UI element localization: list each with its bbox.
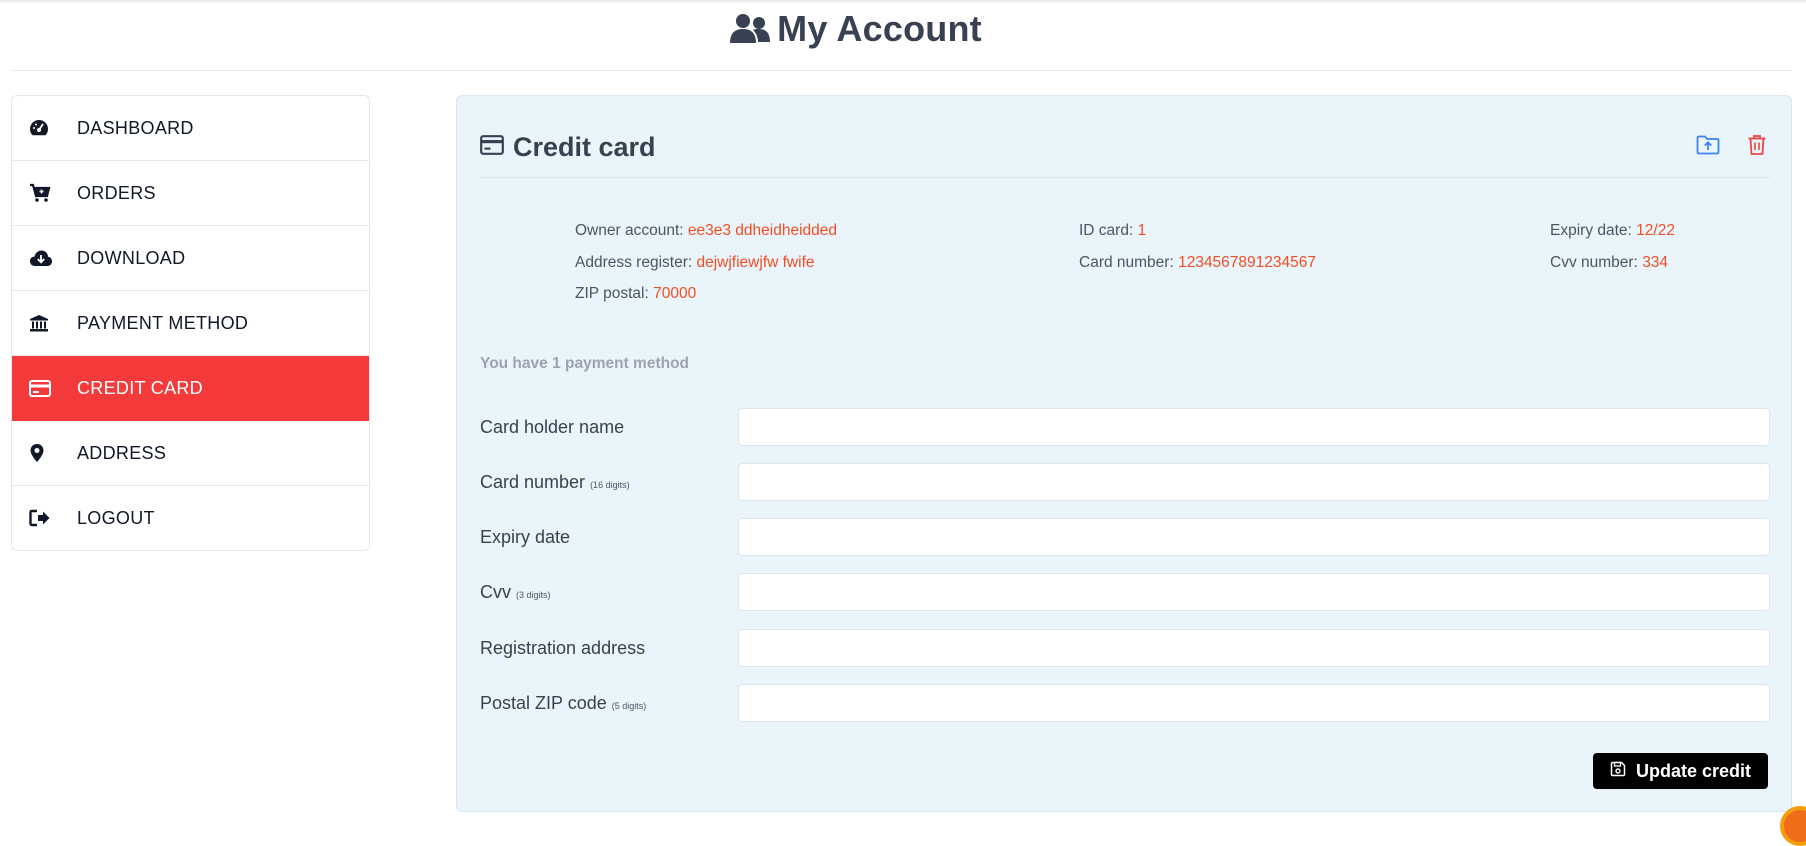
card-number-label: Card number: [1079,253,1174,271]
postal-zip-row: Postal ZIP code (5 digits) [480,684,1770,722]
card-number-hint: (16 digits) [590,479,630,490]
cvv-number-label: Cvv number: [1550,253,1638,271]
sidebar-item-label: ADDRESS [77,442,167,463]
expiry-date-value: 12/22 [1636,222,1675,239]
expiry-date-field-label-text: Expiry date [480,526,571,547]
users-icon [729,13,771,45]
registration-address-label-text: Registration address [480,637,646,658]
sidebar-item-credit-card[interactable]: CREDIT CARD [12,356,369,421]
card-number-field-label: Card number (16 digits) [480,472,738,493]
expiry-date-field-row: Expiry date [480,518,1770,556]
panel-header: Credit card [480,132,1770,178]
cvv-number-row: Cvv number: 334 [1550,247,1675,279]
logout-icon [29,507,55,529]
header-divider [11,70,1791,71]
sidebar-item-logout[interactable]: LOGOUT [12,486,369,550]
gauge-icon [29,117,55,139]
sidebar-item-orders[interactable]: ORDERS [12,161,369,226]
credit-card-panel: Credit card Owner account: ee3e3 ddheidh… [456,95,1792,812]
cvv-hint: (3 digits) [516,589,551,600]
sidebar-item-download[interactable]: DOWNLOAD [12,226,369,291]
folder-add-icon[interactable] [1695,132,1721,158]
credit-card-icon [29,377,55,399]
expiry-date-row: Expiry date: 12/22 [1550,215,1675,247]
postal-zip-label: Postal ZIP code (5 digits) [480,693,738,714]
update-credit-button[interactable]: Update credit [1593,753,1768,789]
card-number-field-row: Card number (16 digits) [480,463,1770,501]
owner-account-value: ee3e3 ddheidheidded [687,222,837,239]
expiry-date-field-label: Expiry date [480,527,738,548]
owner-account-row: Owner account: ee3e3 ddheidheidded [575,215,837,247]
card-number-input[interactable] [738,463,1770,501]
sidebar-item-label: ORDERS [77,182,156,203]
sidebar-item-label: PAYMENT METHOD [77,312,249,333]
cart-icon [29,182,55,204]
panel-title-group: Credit card [480,132,656,163]
panel-title: Credit card [513,132,656,162]
save-icon [1610,761,1626,782]
cvv-field-label: Cvv (3 digits) [480,582,738,603]
cloud-download-icon [29,247,55,269]
sidebar-item-label: CREDIT CARD [77,377,203,398]
sidebar-item-payment-method[interactable]: PAYMENT METHOD [12,291,369,356]
card-number-field-label-text: Card number [480,471,586,492]
panel-actions [1695,132,1770,158]
sidebar-item-address[interactable]: ADDRESS [12,421,369,486]
cvv-field-label-text: Cvv [480,581,511,602]
postal-zip-input[interactable] [738,684,1770,722]
expiry-date-input[interactable] [738,518,1770,556]
card-holder-row: Card holder name [480,408,1770,446]
postal-zip-hint: (5 digits) [611,700,647,711]
page-title-group: My Account [729,8,982,50]
info-column-owner: Owner account: ee3e3 ddheidheidded Addre… [575,215,837,310]
id-card-value: 1 [1137,222,1147,239]
trash-icon[interactable] [1744,132,1770,158]
zip-postal-row: ZIP postal: 70000 [575,278,837,310]
payment-method-count: You have 1 payment method [480,355,690,372]
account-sidebar: DASHBOARD ORDERS DOWNLOAD PAYMENT METHOD… [11,95,370,551]
card-holder-input[interactable] [738,408,1770,446]
registration-address-label: Registration address [480,638,738,659]
registration-address-row: Registration address [480,629,1770,667]
registration-address-input[interactable] [738,629,1770,667]
owner-account-label: Owner account: [575,222,684,239]
cvv-field-row: Cvv (3 digits) [480,573,1770,611]
address-register-row: Address register: dejwjfiewjfw fwife [575,247,837,279]
sidebar-item-dashboard[interactable]: DASHBOARD [12,96,369,161]
info-column-card: ID card: 1 Card number: 1234567891234567 [1079,215,1316,278]
card-holder-label: Card holder name [480,417,738,438]
bank-icon [29,312,55,334]
info-column-expiry: Expiry date: 12/22 Cvv number: 334 [1550,215,1675,278]
cvv-number-value: 334 [1642,253,1669,271]
card-number-row: Card number: 1234567891234567 [1079,247,1316,279]
zip-postal-label: ZIP postal: [575,285,649,302]
cvv-input[interactable] [738,573,1770,611]
card-number-value: 1234567891234567 [1178,253,1317,271]
expiry-date-label: Expiry date: [1550,222,1632,239]
address-register-label: Address register: [575,253,693,271]
sidebar-item-label: DOWNLOAD [77,247,186,268]
id-card-row: ID card: 1 [1079,215,1316,247]
sidebar-item-label: DASHBOARD [77,117,194,138]
postal-zip-label-text: Postal ZIP code [480,692,607,713]
address-register-value: dejwjfiewjfw fwife [696,253,815,271]
card-holder-label-text: Card holder name [480,416,625,437]
update-credit-label: Update credit [1635,760,1752,781]
page-header: My Account [0,0,1806,58]
sidebar-item-label: LOGOUT [77,507,155,528]
id-card-label: ID card: [1079,222,1134,239]
page-title: My Account [777,8,982,49]
credit-card-icon [480,135,504,160]
floating-widget[interactable] [1780,806,1806,846]
map-pin-icon [29,442,55,464]
zip-postal-value: 70000 [653,285,697,302]
